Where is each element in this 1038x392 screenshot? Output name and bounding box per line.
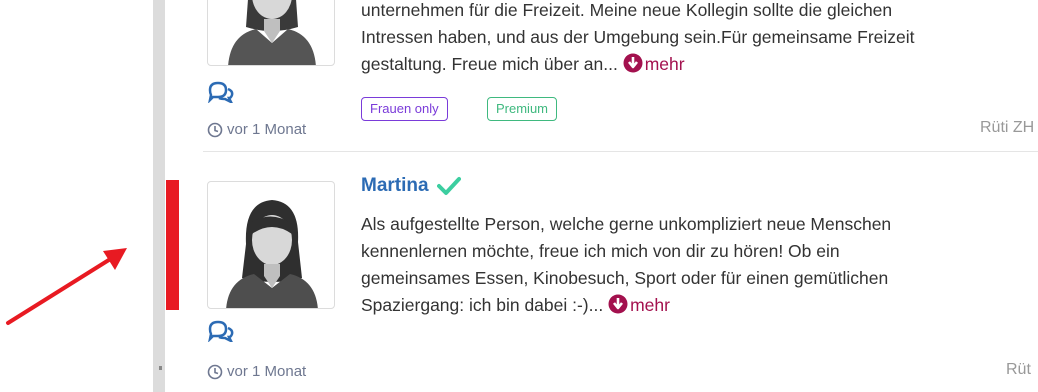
profile-avatar[interactable]	[207, 0, 335, 66]
chat-icon[interactable]	[207, 81, 235, 103]
more-link[interactable]: mehr	[608, 294, 670, 315]
location: Rüti ZH	[980, 119, 1035, 136]
location: Rüt	[1006, 361, 1031, 378]
profile-avatar[interactable]	[207, 181, 335, 309]
clock-icon	[207, 364, 223, 379]
listing-description: unternehmen für die Freizeit. Meine neue…	[361, 0, 915, 74]
arrow-down-circle-icon	[623, 53, 643, 73]
posted-time: vor 1 Monat	[207, 121, 306, 138]
chat-icon[interactable]	[207, 320, 235, 342]
annotation-red-bar	[166, 180, 179, 310]
profile-name-row: Martina	[361, 175, 461, 197]
listing-divider	[203, 151, 1038, 152]
more-link[interactable]: mehr	[623, 53, 685, 74]
verified-check-icon	[436, 177, 461, 195]
scrollbar-mark	[159, 366, 162, 370]
clock-icon	[207, 122, 223, 137]
scrollbar[interactable]	[153, 0, 165, 392]
listing-description: Als aufgestellte Person, welche gerne un…	[361, 214, 892, 315]
tag-premium: Premium	[487, 97, 558, 121]
posted-time: vor 1 Monat	[207, 363, 306, 380]
tag-women-only: Frauen only	[361, 97, 448, 121]
annotation-arrow-icon	[6, 248, 127, 325]
arrow-down-circle-icon	[608, 294, 628, 314]
profile-name[interactable]: Martina	[361, 175, 429, 197]
